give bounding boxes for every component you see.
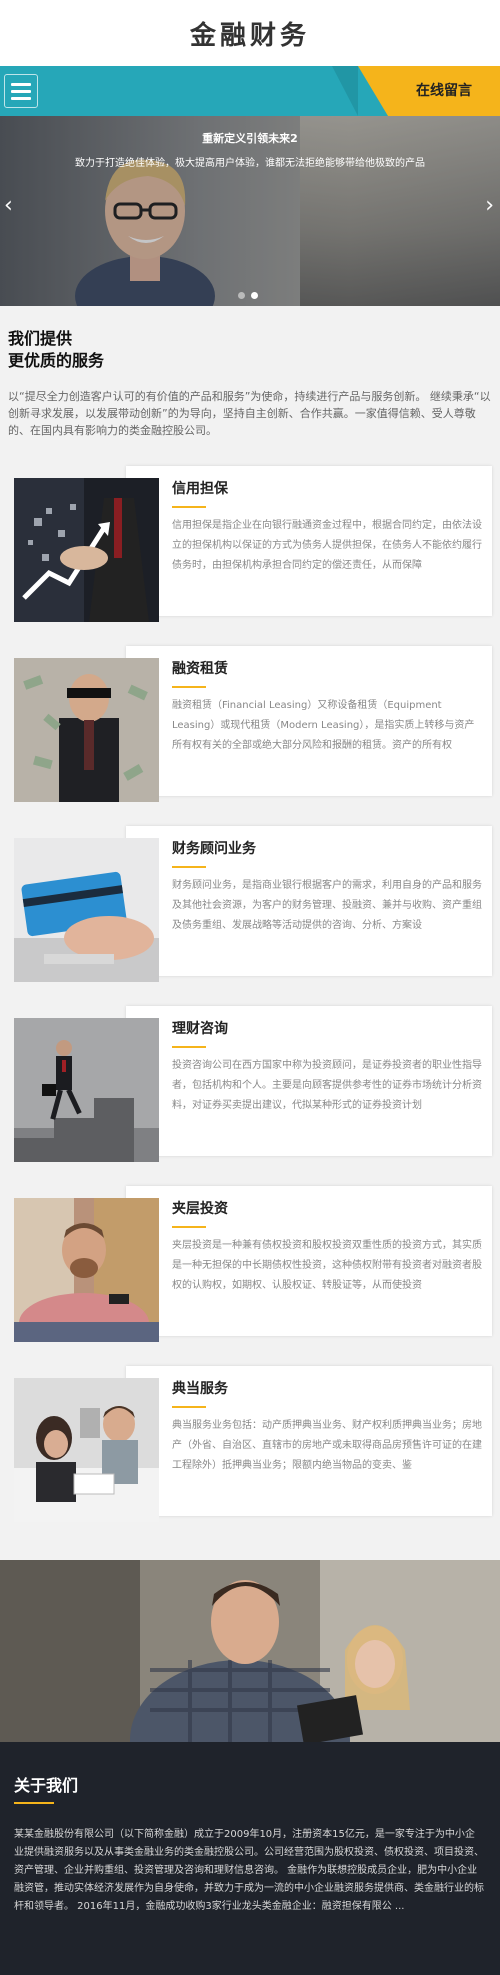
hamburger-icon[interactable]	[4, 74, 38, 108]
service-card[interactable]: 信用担保 信用担保是指企业在向银行融通资金过程中，根据合同约定，由依法设立的担保…	[14, 466, 492, 622]
service-image[interactable]	[14, 1378, 159, 1522]
title-underline	[14, 1802, 54, 1804]
service-title[interactable]: 夹层投资	[172, 1198, 228, 1218]
title-underline	[172, 866, 206, 868]
hero-subtitle: 致力于打造绝佳体验，极大提高用户体验，谁都无法拒绝能够带给他极致的产品	[75, 158, 425, 169]
service-image[interactable]	[14, 838, 159, 982]
section-intro: 以“提尽全力创造客户认可的有价值的产品和服务”为使命，持续进行产品与服务创新。 …	[8, 390, 491, 437]
pawn-service-image	[14, 1378, 159, 1522]
slider-dot-active[interactable]	[251, 292, 258, 299]
navbar: 在线留言	[0, 66, 500, 116]
title-underline	[172, 1226, 206, 1228]
service-title[interactable]: 典当服务	[172, 1378, 228, 1398]
mezzanine-investment-image	[14, 1198, 159, 1342]
hero-slider: 重新定义引领未来2 致力于打造绝佳体验，极大提高用户体验，谁都无法拒绝能够带给他…	[0, 116, 500, 306]
financial-leasing-image	[14, 658, 159, 802]
nav-decoration	[332, 66, 358, 116]
about-image	[0, 1560, 500, 1742]
about-title: 关于我们	[14, 1776, 79, 1795]
title-underline	[172, 1046, 206, 1048]
credit-guarantee-image	[14, 478, 159, 622]
service-description: 财务顾问业务，是指商业银行根据客户的需求，利用自身的产品和服务及其他社会资源，为…	[172, 880, 482, 931]
service-title[interactable]: 财务顾问业务	[172, 838, 256, 858]
service-card[interactable]: 理财咨询 投资咨询公司在西方国家中称为投资顾问，是证券投资者的职业性指导者，包括…	[14, 1006, 492, 1162]
service-title[interactable]: 信用担保	[172, 478, 228, 498]
section-title-line2: 更优质的服务	[8, 351, 105, 370]
about-text: 某某金融股份有限公司（以下简称金融）成立于2009年10月，注册资本15亿元，是…	[14, 1829, 484, 1912]
service-card[interactable]: 典当服务 典当服务业务包括：动产质押典当业务、财产权利质押典当业务；房地产（外省…	[14, 1366, 492, 1522]
site-logo[interactable]: 金融财务	[190, 15, 310, 52]
service-description: 融资租赁（Financial Leasing）又称设备租赁（Equipment …	[172, 700, 475, 751]
service-title[interactable]: 融资租赁	[172, 658, 228, 678]
title-underline	[172, 506, 206, 508]
service-image[interactable]	[14, 1018, 159, 1162]
service-description: 夹层投资是一种兼有债权投资和股权投资双重性质的投资方式，其实质是一种无担保的中长…	[172, 1240, 482, 1291]
section-title-line1: 我们提供	[8, 329, 73, 348]
nav-decoration	[358, 66, 388, 116]
hero-title: 重新定义引领未来2	[202, 132, 298, 145]
service-card[interactable]: 融资租赁 融资租赁（Financial Leasing）又称设备租赁（Equip…	[14, 646, 492, 802]
services-section: 我们提供 更优质的服务 以“提尽全力创造客户认可的有价值的产品和服务”为使命，持…	[0, 306, 500, 1560]
service-description: 投资咨询公司在西方国家中称为投资顾问，是证券投资者的职业性指导者，包括机构和个人…	[172, 1060, 482, 1111]
chevron-left-icon[interactable]: ‹	[4, 191, 13, 221]
financial-advisory-image	[14, 838, 159, 982]
service-description: 典当服务业务包括：动产质押典当业务、财产权利质押典当业务；房地产（外省、自治区、…	[172, 1420, 482, 1471]
service-card[interactable]: 夹层投资 夹层投资是一种兼有债权投资和股权投资双重性质的投资方式，其实质是一种无…	[14, 1186, 492, 1342]
service-image[interactable]	[14, 658, 159, 802]
section-title: 我们提供 更优质的服务	[8, 328, 104, 372]
service-description: 信用担保是指企业在向银行融通资金过程中，根据合同约定，由依法设立的担保机构以保证…	[172, 520, 482, 571]
service-title[interactable]: 理财咨询	[172, 1018, 228, 1038]
service-card[interactable]: 财务顾问业务 财务顾问业务，是指商业银行根据客户的需求，利用自身的产品和服务及其…	[14, 826, 492, 982]
about-section: 关于我们 某某金融股份有限公司（以下简称金融）成立于2009年10月，注册资本1…	[0, 1742, 500, 1975]
wealth-consulting-image	[14, 1018, 159, 1162]
service-image[interactable]	[14, 1198, 159, 1342]
chevron-right-icon[interactable]: ›	[485, 191, 494, 221]
title-underline	[172, 686, 206, 688]
online-message-link[interactable]: 在线留言	[388, 66, 500, 116]
service-image[interactable]	[14, 478, 159, 622]
slider-dots	[238, 292, 258, 299]
title-underline	[172, 1406, 206, 1408]
site-header: 金融财务	[0, 0, 500, 66]
slider-dot[interactable]	[238, 292, 245, 299]
